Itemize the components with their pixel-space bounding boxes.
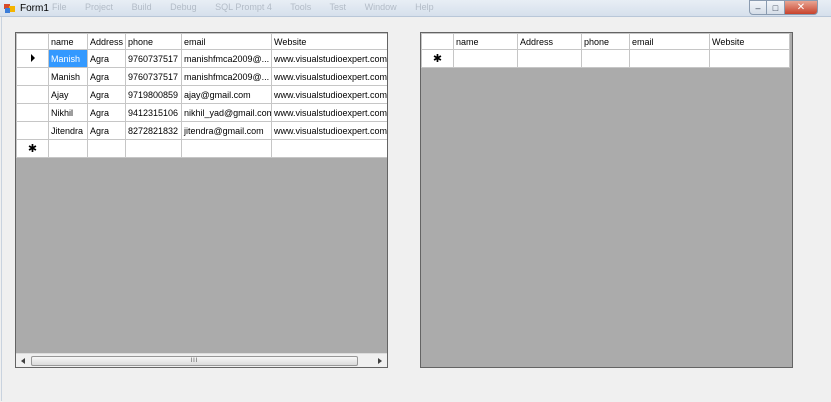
table-cell[interactable]: Agra bbox=[87, 103, 126, 122]
table-row[interactable]: Ajay Agra 9719800859 ajay@gmail.com www.… bbox=[16, 85, 387, 104]
current-row-arrow-icon bbox=[30, 53, 35, 62]
minimize-button[interactable]: – bbox=[749, 0, 767, 15]
table-row[interactable]: Nikhil Agra 9412315106 nikhil_yad@gmail.… bbox=[16, 103, 387, 122]
table-cell[interactable]: www.visualstudioexpert.com bbox=[271, 49, 387, 68]
table-row[interactable]: Manish Agra 9760737517 manishfmca2009@..… bbox=[16, 67, 387, 86]
new-row[interactable]: ✱ bbox=[16, 139, 387, 158]
grid2-column-header-address[interactable]: Address bbox=[517, 33, 582, 50]
table-cell[interactable]: 9719800859 bbox=[125, 85, 182, 104]
table-cell[interactable]: ajay@gmail.com bbox=[181, 85, 272, 104]
table-row[interactable]: Jitendra Agra 8272821832 jitendra@gmail.… bbox=[16, 121, 387, 140]
window-title: Form1 bbox=[20, 3, 49, 14]
maximize-button[interactable]: □ bbox=[767, 0, 785, 15]
ghost-menu-item: File bbox=[52, 2, 67, 12]
ghost-menu-item: Build bbox=[131, 2, 152, 12]
grid1-column-header-address[interactable]: Address bbox=[87, 33, 126, 50]
ghost-menu-item: Debug bbox=[170, 2, 197, 12]
grid2-column-header-email[interactable]: email bbox=[629, 33, 710, 50]
ghost-menu-item: Window bbox=[364, 2, 397, 12]
table-cell[interactable]: Agra bbox=[87, 85, 126, 104]
grid1-column-header-website[interactable]: Website bbox=[271, 33, 387, 50]
title-bar[interactable]: Form1 File Project Build Debug SQL Promp… bbox=[0, 0, 831, 17]
minimize-icon: – bbox=[755, 2, 761, 13]
maximize-icon: □ bbox=[772, 2, 779, 13]
scroll-right-button[interactable] bbox=[375, 356, 385, 366]
grid2-corner-header[interactable] bbox=[421, 33, 454, 50]
new-row[interactable]: ✱ bbox=[421, 49, 790, 68]
grid1-table: name Address phone email Website Manish … bbox=[16, 33, 387, 158]
table-cell-new[interactable] bbox=[181, 139, 272, 158]
table-cell[interactable]: www.visualstudioexpert.com bbox=[271, 67, 387, 86]
row-header[interactable] bbox=[16, 103, 49, 122]
row-header-new[interactable]: ✱ bbox=[16, 139, 49, 158]
new-row-asterisk-icon: ✱ bbox=[27, 142, 38, 155]
table-cell[interactable]: Agra bbox=[87, 49, 126, 68]
table-cell[interactable]: Jitendra bbox=[48, 121, 88, 140]
table-cell[interactable]: Agra bbox=[87, 121, 126, 140]
grid2-column-header-name[interactable]: name bbox=[453, 33, 518, 50]
scroll-left-arrow-icon bbox=[21, 358, 25, 364]
table-cell-new[interactable] bbox=[87, 139, 126, 158]
ghost-menu-item: Project bbox=[85, 2, 114, 12]
table-row[interactable]: Manish Agra 9760737517 manishfmca2009@..… bbox=[16, 49, 387, 68]
table-cell-new[interactable] bbox=[517, 49, 582, 68]
close-button[interactable]: ✕ bbox=[785, 0, 818, 15]
close-icon: ✕ bbox=[796, 2, 806, 13]
scroll-grip-icon: III bbox=[190, 358, 199, 364]
row-header[interactable] bbox=[16, 121, 49, 140]
form-icon bbox=[4, 4, 15, 13]
ghost-menu-item: Help bbox=[415, 2, 434, 12]
table-cell[interactable]: 9760737517 bbox=[125, 49, 182, 68]
ghost-menu-item: Test bbox=[329, 2, 347, 12]
ghost-menu-item: SQL Prompt 4 bbox=[215, 2, 272, 12]
table-cell[interactable]: Ajay bbox=[48, 85, 88, 104]
ghost-menu-item: Tools bbox=[290, 2, 312, 12]
grid1-corner-header[interactable] bbox=[16, 33, 49, 50]
row-header-current[interactable] bbox=[16, 49, 49, 68]
grid1-column-header-email[interactable]: email bbox=[181, 33, 272, 50]
table-cell[interactable]: manishfmca2009@... bbox=[181, 49, 272, 68]
row-header[interactable] bbox=[16, 85, 49, 104]
table-cell[interactable]: Agra bbox=[87, 67, 126, 86]
row-header-new[interactable]: ✱ bbox=[421, 49, 454, 68]
table-cell[interactable]: 8272821832 bbox=[125, 121, 182, 140]
form-client-area: name Address phone email Website Manish … bbox=[1, 17, 829, 401]
table-cell-new[interactable] bbox=[125, 139, 182, 158]
window-controls: – □ ✕ bbox=[749, 0, 818, 15]
table-cell-new[interactable] bbox=[581, 49, 630, 68]
grid2-header-row: name Address phone email Website bbox=[421, 33, 790, 50]
table-cell[interactable]: www.visualstudioexpert.com bbox=[271, 103, 387, 122]
table-cell-new[interactable] bbox=[629, 49, 710, 68]
data-grid-view-1[interactable]: name Address phone email Website Manish … bbox=[15, 32, 388, 368]
table-cell[interactable]: 9412315106 bbox=[125, 103, 182, 122]
grid2-column-header-website[interactable]: Website bbox=[709, 33, 790, 50]
table-cell[interactable]: manishfmca2009@... bbox=[181, 67, 272, 86]
table-cell[interactable]: www.visualstudioexpert.com bbox=[271, 85, 387, 104]
table-cell[interactable]: nikhil_yad@gmail.com bbox=[181, 103, 272, 122]
grid2-table: name Address phone email Website ✱ bbox=[421, 33, 790, 68]
table-cell[interactable]: Manish bbox=[48, 67, 88, 86]
table-cell[interactable]: Nikhil bbox=[48, 103, 88, 122]
scroll-left-button[interactable] bbox=[18, 356, 28, 366]
grid1-column-header-name[interactable]: name bbox=[48, 33, 88, 50]
grid1-horizontal-scrollbar[interactable]: III bbox=[16, 353, 387, 367]
grid1-header-row: name Address phone email Website bbox=[16, 33, 387, 50]
grid1-column-header-phone[interactable]: phone bbox=[125, 33, 182, 50]
table-cell[interactable]: 9760737517 bbox=[125, 67, 182, 86]
scroll-thumb[interactable]: III bbox=[31, 356, 358, 366]
row-header[interactable] bbox=[16, 67, 49, 86]
grid2-column-header-phone[interactable]: phone bbox=[581, 33, 630, 50]
table-cell-new[interactable] bbox=[271, 139, 387, 158]
scroll-right-arrow-icon bbox=[378, 358, 382, 364]
data-grid-view-2[interactable]: name Address phone email Website ✱ bbox=[420, 32, 793, 368]
table-cell-selected[interactable]: Manish bbox=[48, 49, 88, 68]
table-cell-new[interactable] bbox=[453, 49, 518, 68]
table-cell[interactable]: jitendra@gmail.com bbox=[181, 121, 272, 140]
table-cell-new[interactable] bbox=[709, 49, 790, 68]
background-menu: File Project Build Debug SQL Prompt 4 To… bbox=[52, 2, 450, 12]
table-cell[interactable]: www.visualstudioexpert.com bbox=[271, 121, 387, 140]
new-row-asterisk-icon: ✱ bbox=[432, 52, 443, 65]
table-cell-new[interactable] bbox=[48, 139, 88, 158]
